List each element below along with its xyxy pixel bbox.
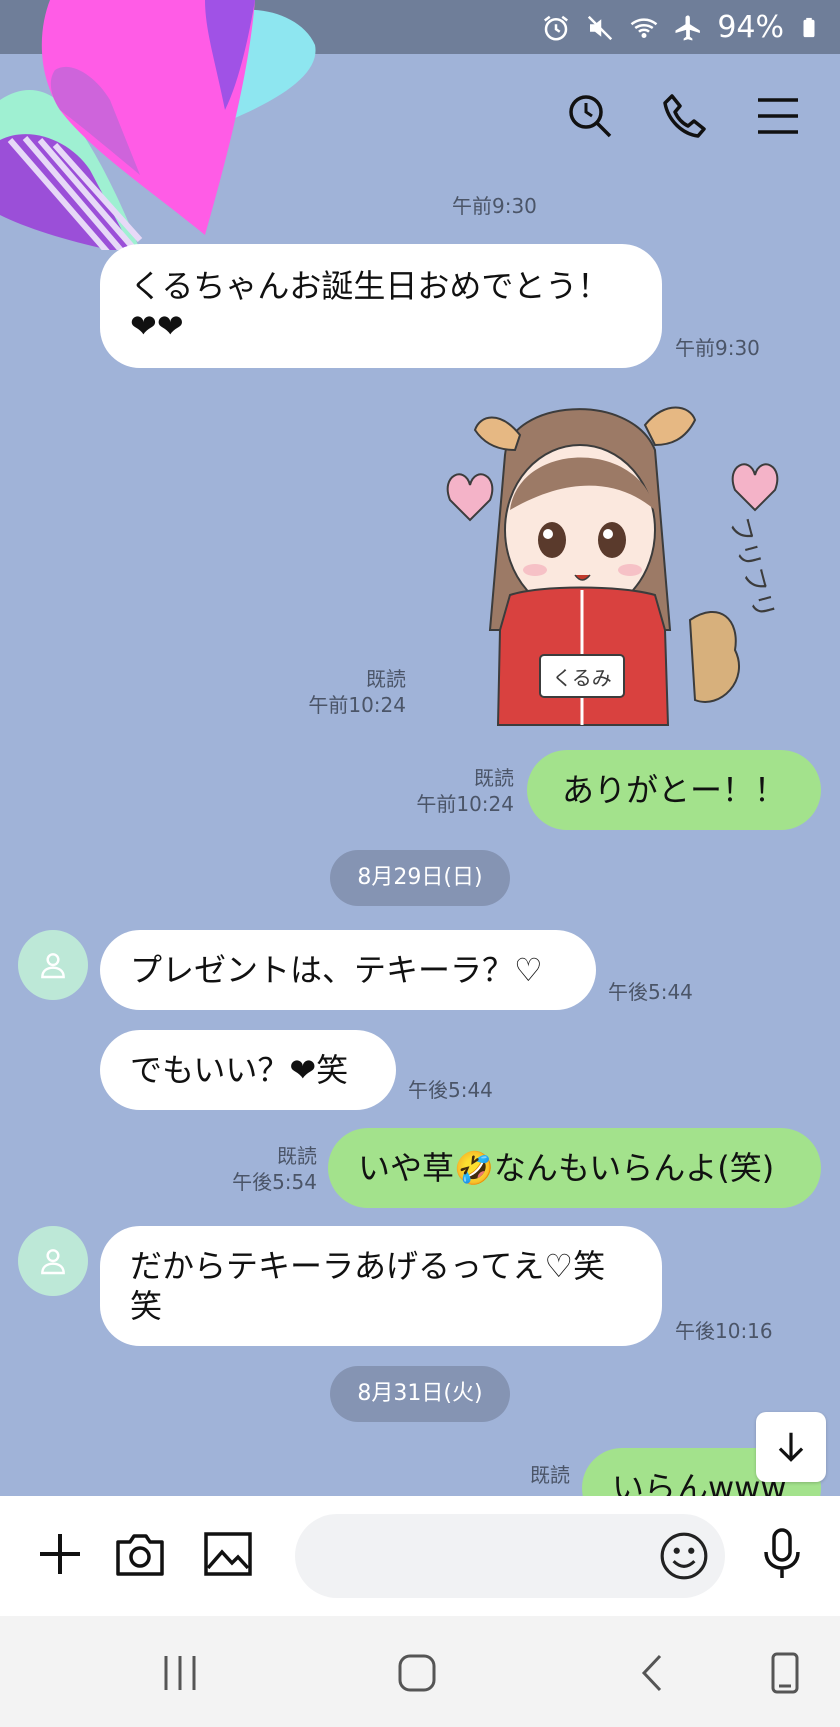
message-bubble[interactable]: くるちゃんお誕生日おめでとう！ ❤❤ (100, 244, 662, 368)
sticker-name-tag: くるみ (552, 666, 612, 690)
home-icon[interactable] (392, 1648, 442, 1698)
wifi-icon (631, 17, 658, 38)
message-bubble[interactable]: だからテキーラあげるってえ♡笑 笑 (100, 1226, 662, 1346)
microphone-icon[interactable] (752, 1524, 812, 1584)
read-receipt: 既読 午後5:54 (232, 1144, 317, 1194)
avatar[interactable] (18, 1226, 88, 1296)
message-bubble[interactable]: いや草🤣なんもいらんよ(笑) (328, 1128, 821, 1208)
user-icon (41, 953, 65, 979)
camera-icon[interactable] (110, 1524, 170, 1584)
plus-icon[interactable] (30, 1524, 90, 1584)
message-bubble[interactable]: プレゼントは、テキーラ？♡ (100, 930, 596, 1010)
user-icon (41, 1249, 65, 1275)
read-receipt: 既読 (530, 1463, 570, 1487)
back-icon[interactable] (628, 1648, 678, 1698)
phone-icon[interactable] (660, 92, 708, 140)
message-bubble[interactable]: ありがとー！！ (527, 750, 821, 830)
scroll-to-bottom-button[interactable] (756, 1412, 826, 1482)
battery-percent: 94% (717, 10, 784, 45)
rotate-icon[interactable] (760, 1648, 810, 1698)
input-bar (0, 1496, 840, 1616)
message-bubble[interactable]: でもいい？❤笑 (100, 1030, 396, 1110)
hearts-decoration (0, 0, 316, 250)
read-receipt: 既読 午前10:24 (308, 667, 406, 717)
system-nav-bar (0, 1616, 840, 1727)
recent-apps-icon[interactable] (156, 1648, 206, 1698)
message-input[interactable] (295, 1514, 725, 1598)
message-time: 午後10:16 (675, 1319, 773, 1343)
message-time: 午前9:30 (675, 336, 760, 360)
search-icon[interactable] (566, 92, 614, 140)
emoji-icon[interactable] (658, 1530, 710, 1582)
mute-icon (588, 15, 613, 40)
image-icon[interactable] (198, 1524, 258, 1584)
date-separator: 8月31日(火) (330, 1366, 510, 1422)
sticker-dog-girl[interactable]: くるみ フリフリ (440, 380, 800, 730)
menu-icon[interactable] (754, 92, 802, 140)
date-separator: 8月29日(日) (330, 850, 510, 906)
arrow-down-icon (778, 1432, 804, 1462)
read-receipt: 既読 午前10:24 (416, 766, 514, 816)
avatar[interactable] (18, 930, 88, 1000)
message-time: 午後5:44 (608, 980, 693, 1004)
alarm-icon (544, 15, 569, 40)
airplane-icon (675, 15, 701, 40)
message-time: 午後5:44 (408, 1078, 493, 1102)
top-time: 午前9:30 (452, 194, 537, 218)
battery-icon (803, 17, 815, 37)
sticker-sfx: フリフリ (723, 514, 779, 622)
